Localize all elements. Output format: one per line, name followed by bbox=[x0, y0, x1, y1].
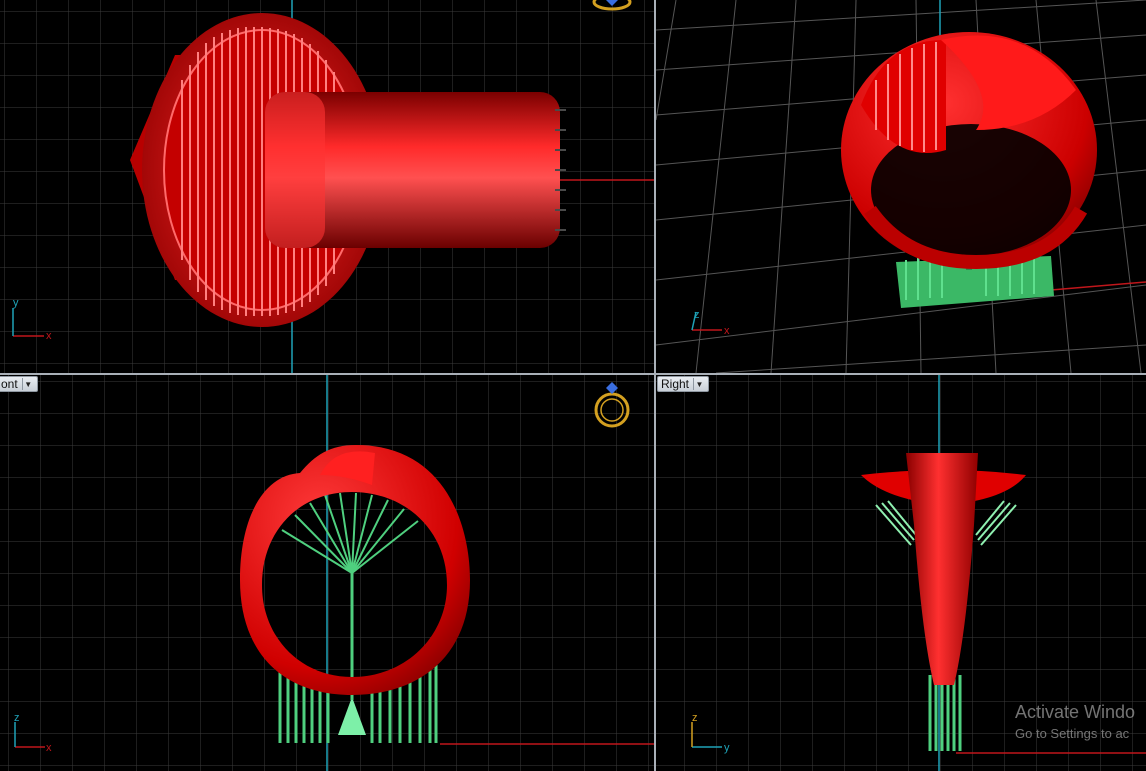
perspective-view-canvas: x z bbox=[656, 0, 1146, 373]
world-axes-icon: x z bbox=[691, 309, 730, 337]
axis-y-label: y bbox=[13, 297, 19, 309]
chevron-down-icon[interactable]: ▼ bbox=[21, 378, 34, 390]
axis-x-label: x bbox=[46, 330, 52, 342]
viewport-top[interactable]: x y bbox=[0, 0, 654, 373]
axis-z-label: z bbox=[694, 309, 700, 321]
viewport-splitter-vertical[interactable] bbox=[654, 0, 656, 771]
front-view-canvas: x z bbox=[0, 375, 654, 771]
chevron-down-icon[interactable]: ▼ bbox=[693, 378, 705, 390]
top-view-canvas: x y bbox=[0, 0, 654, 373]
viewport-label-right[interactable]: Right ▼ bbox=[657, 376, 710, 392]
viewport-perspective[interactable]: x z bbox=[656, 0, 1146, 373]
activation-watermark-subtitle: Go to Settings to ac bbox=[1015, 726, 1130, 741]
x-axis-line bbox=[1050, 281, 1146, 291]
axis-z-label: z bbox=[692, 712, 698, 724]
axis-x-label: x bbox=[724, 325, 730, 337]
axis-z-label: z bbox=[14, 712, 20, 724]
viewport-label-text: Right bbox=[661, 377, 690, 391]
viewport-label-text: ont bbox=[1, 377, 18, 391]
viewport-label-front[interactable]: ont ▼ bbox=[0, 376, 38, 392]
activation-watermark-title: Activate Windo bbox=[1015, 702, 1136, 722]
axis-y-label: y bbox=[724, 742, 730, 754]
ring-model[interactable] bbox=[841, 32, 1097, 270]
viewport-splitter-horizontal[interactable] bbox=[0, 373, 1146, 375]
viewport-front[interactable]: x z ont ▼ bbox=[0, 375, 654, 771]
axis-x-label: x bbox=[46, 742, 52, 754]
